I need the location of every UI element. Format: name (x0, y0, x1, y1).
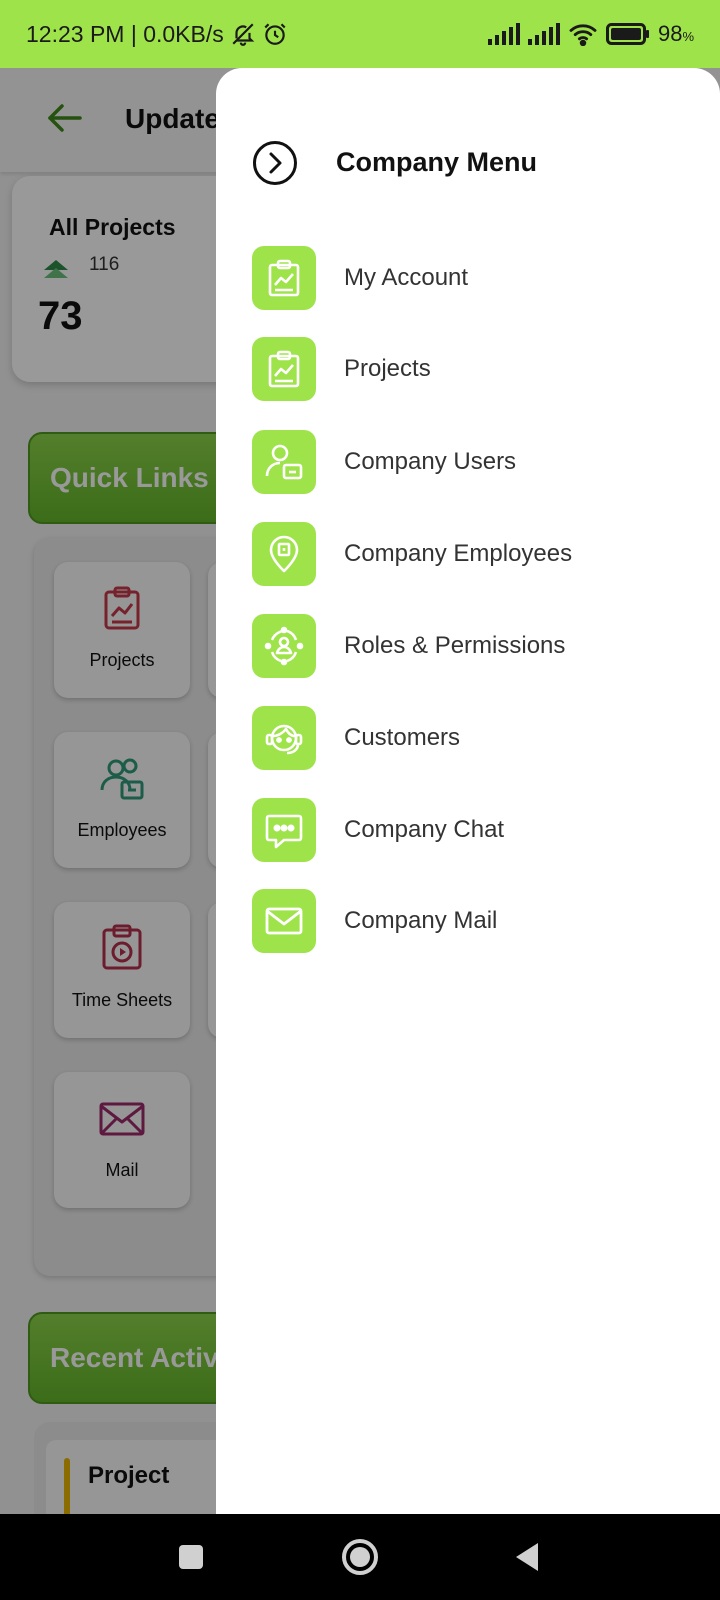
drawer-title: Company Menu (336, 147, 538, 177)
company-menu-drawer: Company Menu My Account Projects Company… (216, 68, 720, 1514)
menu-item-label: Company Mail (344, 907, 498, 934)
alarm-icon (264, 23, 286, 45)
menu-item-label: Roles & Permissions (344, 632, 566, 659)
menu-icon-tile (252, 246, 316, 310)
system-nav-bar (0, 1514, 720, 1600)
menu-item-company-employees[interactable]: Company Employees (252, 521, 692, 587)
headset-icon (265, 724, 303, 755)
clipboard-chart-icon (268, 350, 300, 388)
chevron-right-circle-icon[interactable] (252, 140, 298, 186)
battery-level: 98% (657, 21, 694, 46)
signal-icon (527, 23, 560, 45)
bell-off-icon (232, 23, 255, 46)
menu-item-company-mail[interactable]: Company Mail (252, 888, 692, 954)
clipboard-chart-icon (268, 259, 300, 297)
menu-icon-tile (252, 337, 316, 401)
home-button[interactable] (339, 1536, 381, 1578)
battery-icon (605, 23, 649, 45)
menu-icon-tile (252, 798, 316, 862)
menu-icon-tile (252, 889, 316, 953)
recents-button[interactable] (170, 1536, 212, 1578)
menu-item-label: Company Chat (344, 816, 505, 843)
menu-item-customers[interactable]: Customers (252, 705, 692, 771)
user-cycle-icon (264, 626, 304, 666)
menu-item-label: Company Users (344, 448, 517, 475)
menu-item-label: Customers (344, 724, 461, 751)
menu-item-roles-permissions[interactable]: Roles & Permissions (252, 613, 692, 679)
menu-icon-tile (252, 706, 316, 770)
location-pin-icon (269, 535, 299, 573)
menu-item-my-account[interactable]: My Account (252, 245, 692, 311)
menu-item-label: Projects (344, 355, 431, 382)
user-card-icon (265, 444, 303, 480)
menu-icon-tile (252, 430, 316, 494)
menu-item-label: My Account (344, 264, 469, 291)
menu-item-company-users[interactable]: Company Users (252, 429, 692, 495)
wifi-icon (569, 24, 597, 46)
menu-icon-tile (252, 614, 316, 678)
chat-icon (265, 814, 303, 849)
menu-item-projects[interactable]: Projects (252, 336, 692, 402)
menu-icon-tile (252, 522, 316, 586)
status-bar: 12:23 PM | 0.0KB/s 98% (0, 0, 720, 68)
signal-icon (487, 23, 520, 45)
menu-item-company-chat[interactable]: Company Chat (252, 797, 692, 863)
back-button[interactable] (508, 1536, 550, 1578)
mail-icon (265, 907, 303, 935)
menu-item-label: Company Employees (344, 540, 573, 567)
status-time: 12:23 PM | 0.0KB/s (26, 20, 224, 47)
